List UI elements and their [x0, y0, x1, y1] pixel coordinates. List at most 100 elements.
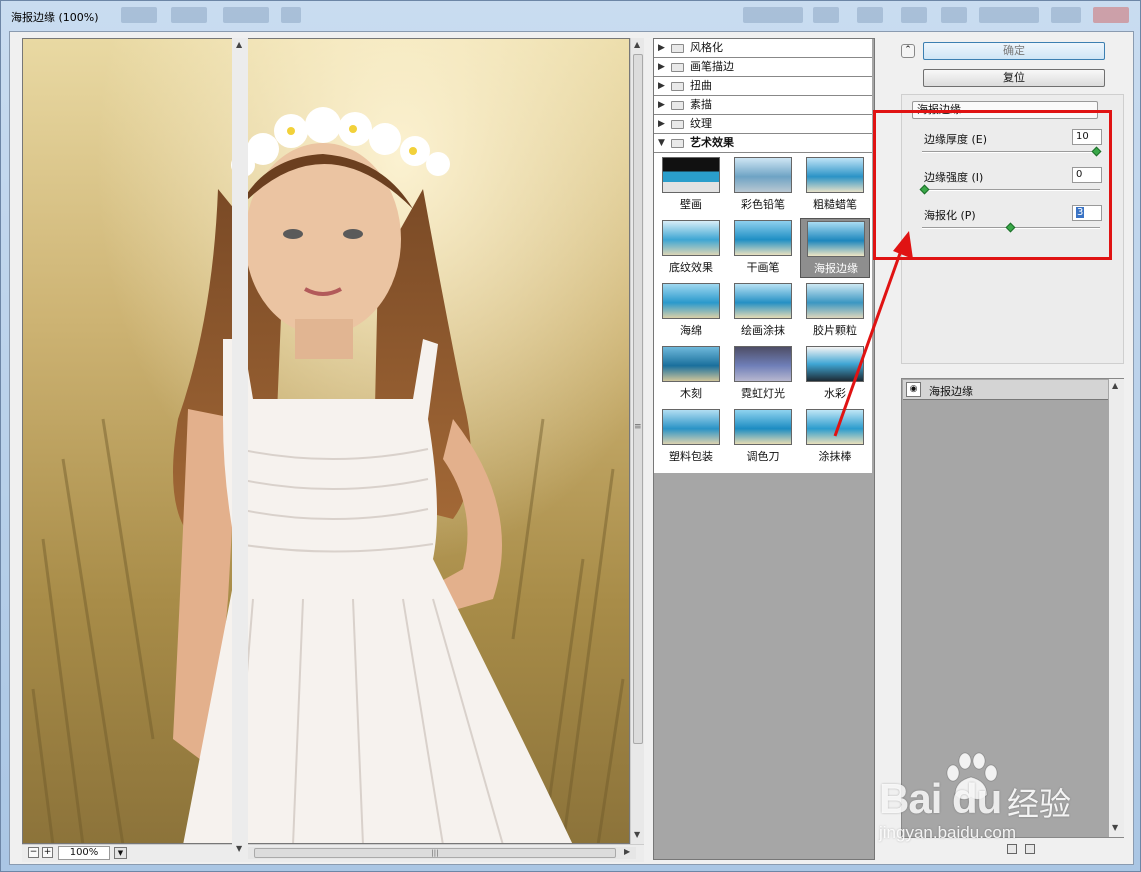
toolbar-blur: [1051, 7, 1081, 23]
toolbar-blur: [281, 7, 301, 23]
annotation-arrow-icon: [833, 231, 913, 437]
zoom-in-button[interactable]: +: [42, 847, 53, 858]
scroll-up-arrow-icon[interactable]: ▲: [1112, 381, 1118, 390]
collapse-gallery-icon[interactable]: ⌃: [901, 44, 915, 58]
collapse-triangle-icon[interactable]: ▼: [658, 134, 665, 152]
scroll-up-arrow-icon[interactable]: ▲: [236, 40, 242, 49]
scroll-down-arrow-icon[interactable]: ▼: [236, 844, 242, 853]
toolbar-blur: [941, 7, 967, 23]
scroll-right-arrow-icon[interactable]: ▶: [624, 847, 630, 856]
filter-preview-image: [662, 157, 720, 193]
filter-thumb[interactable]: 绘画涂抹: [728, 281, 798, 341]
filter-preview-image: [734, 346, 792, 382]
filter-thumb[interactable]: 粗糙蜡笔: [800, 155, 870, 215]
expand-triangle-icon[interactable]: ▶: [658, 96, 665, 114]
category-label: 风格化: [690, 41, 723, 54]
category-label: 素描: [690, 98, 712, 111]
filter-label: 海绵: [680, 324, 702, 337]
filter-label: 涂抹棒: [818, 450, 852, 463]
filter-thumb[interactable]: 塑料包装: [656, 407, 726, 467]
expand-triangle-icon[interactable]: ▶: [658, 115, 665, 133]
filter-preview-image: [734, 157, 792, 193]
close-blur: [1093, 7, 1129, 23]
filter-preview-image: [662, 346, 720, 382]
gallery-scrollbar[interactable]: ▲ ▼: [232, 38, 248, 860]
filter-thumb[interactable]: 木刻: [656, 344, 726, 404]
panel-splitter-icon[interactable]: ≡: [634, 422, 642, 432]
zoom-level-field[interactable]: 100%: [58, 846, 110, 860]
window-title: 海报边缘 (100%): [11, 11, 99, 24]
folder-icon: [671, 44, 684, 53]
folder-icon: [671, 101, 684, 110]
expand-triangle-icon[interactable]: ▶: [658, 58, 665, 76]
effect-layer[interactable]: ◉ 海报边缘: [903, 380, 1108, 400]
category-label: 艺术效果: [690, 136, 734, 149]
filter-thumb[interactable]: 霓虹灯光: [728, 344, 798, 404]
reset-button[interactable]: 复位: [923, 69, 1105, 87]
filter-thumb[interactable]: 海绵: [656, 281, 726, 341]
filter-label: 调色刀: [746, 450, 780, 463]
toolbar-blur: [979, 7, 1039, 23]
title-bar[interactable]: 海报边缘 (100%): [1, 1, 1141, 31]
toolbar-blur: [901, 7, 927, 23]
filter-gallery-panel: ▶ 风格化 ▶ 画笔描边 ▶ 扭曲 ▶ 素描 ▶ 纹理 ▼ 艺术效果 壁画 彩色…: [653, 38, 875, 860]
filter-label: 绘画涂抹: [741, 324, 785, 337]
watermark-brand: Bai du: [879, 775, 1002, 822]
ok-button[interactable]: 确定: [923, 42, 1105, 60]
filter-preview-image: [734, 283, 792, 319]
filter-label: 塑料包装: [669, 450, 713, 463]
filter-thumb[interactable]: 底纹效果: [656, 218, 726, 278]
baidu-watermark: Bai du 经验 jingyan.baidu.com: [873, 749, 1113, 847]
zoom-out-button[interactable]: −: [28, 847, 39, 858]
scroll-thumb[interactable]: |||: [254, 848, 616, 858]
category-artistic[interactable]: ▼ 艺术效果: [654, 134, 872, 153]
filter-label: 粗糙蜡笔: [813, 198, 857, 211]
preview-vertical-scrollbar[interactable]: ▲ ▼: [630, 38, 644, 844]
watermark-cn: 经验: [1007, 785, 1072, 823]
watermark-url: jingyan.baidu.com: [879, 823, 1017, 842]
zoom-dropdown-icon[interactable]: ▼: [114, 847, 127, 859]
category-brush-strokes[interactable]: ▶ 画笔描边: [654, 58, 872, 77]
filter-preview-image: [806, 157, 864, 193]
folder-icon: [671, 82, 684, 91]
filter-label: 木刻: [680, 387, 702, 400]
toolbar-blur: [857, 7, 883, 23]
folder-icon: [671, 63, 684, 72]
filter-gallery-window: 海报边缘 (100%) ▲ ▼ ≡ − + 100% ▼ ||| ▶ ▶ 风格化…: [0, 0, 1141, 872]
layer-label: 海报边缘: [929, 385, 973, 398]
category-label: 纹理: [690, 117, 712, 130]
filter-preview-image: [734, 220, 792, 256]
preview-status-bar: − + 100% ▼ ◀ ||| ▶: [22, 844, 644, 862]
expand-triangle-icon[interactable]: ▶: [658, 39, 665, 57]
scroll-down-arrow-icon[interactable]: ▼: [634, 830, 640, 839]
filter-preview-image: [662, 220, 720, 256]
folder-icon: [671, 120, 684, 129]
category-distort[interactable]: ▶ 扭曲: [654, 77, 872, 96]
filter-thumb[interactable]: 壁画: [656, 155, 726, 215]
expand-triangle-icon[interactable]: ▶: [658, 77, 665, 95]
toolbar-blur: [171, 7, 207, 23]
filter-preview-image: [662, 409, 720, 445]
preview-horizontal-scrollbar[interactable]: ◀ ||| ▶: [236, 847, 636, 859]
filter-thumb[interactable]: 调色刀: [728, 407, 798, 467]
category-texture[interactable]: ▶ 纹理: [654, 115, 872, 134]
toolbar-blur: [813, 7, 839, 23]
scroll-up-arrow-icon[interactable]: ▲: [634, 40, 640, 49]
filter-preview-image: [734, 409, 792, 445]
folder-icon: [671, 139, 684, 148]
filter-thumb[interactable]: 彩色铅笔: [728, 155, 798, 215]
filter-label: 壁画: [680, 198, 702, 211]
filter-label: 底纹效果: [669, 261, 713, 274]
toolbar-blur: [743, 7, 803, 23]
filter-preview-image: [662, 283, 720, 319]
toolbar-blur: [121, 7, 157, 23]
toolbar-blur: [223, 7, 269, 23]
filter-thumb[interactable]: 干画笔: [728, 218, 798, 278]
preview-canvas[interactable]: [22, 38, 630, 844]
category-sketch[interactable]: ▶ 素描: [654, 96, 872, 115]
category-stylize[interactable]: ▶ 风格化: [654, 39, 872, 58]
category-label: 画笔描边: [690, 60, 734, 73]
scroll-thumb[interactable]: [633, 54, 643, 744]
filter-label: 霓虹灯光: [741, 387, 785, 400]
filter-label: 干画笔: [746, 261, 780, 274]
